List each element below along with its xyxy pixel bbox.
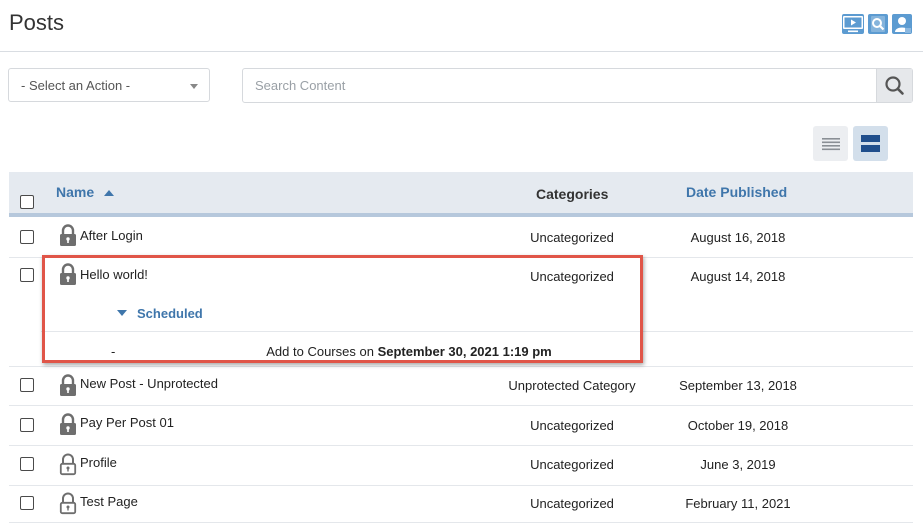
column-header-name[interactable]: Name bbox=[56, 184, 94, 200]
bulk-action-select[interactable]: - Select an Action - bbox=[8, 68, 210, 102]
post-title-link[interactable]: Pay Per Post 01 bbox=[80, 415, 174, 430]
search-box bbox=[242, 68, 913, 103]
sort-ascending-icon bbox=[104, 190, 114, 196]
row-checkbox[interactable] bbox=[20, 457, 34, 471]
lock-icon bbox=[60, 413, 76, 435]
post-title-link[interactable]: New Post - Unprotected bbox=[80, 376, 218, 391]
post-title-link[interactable]: Test Page bbox=[80, 494, 138, 509]
scheduled-label: Scheduled bbox=[137, 306, 203, 321]
list-view-icon bbox=[822, 138, 840, 151]
lock-icon bbox=[60, 224, 76, 246]
caret-down-icon bbox=[117, 310, 127, 316]
post-title-link[interactable]: Profile bbox=[80, 455, 117, 470]
column-header-categories: Categories bbox=[536, 186, 609, 202]
post-date: June 3, 2019 bbox=[700, 457, 776, 472]
search-doc-icon[interactable] bbox=[868, 14, 888, 34]
bulk-action-value: - Select an Action - bbox=[21, 78, 131, 93]
chevron-down-icon bbox=[190, 84, 198, 89]
post-date: August 16, 2018 bbox=[690, 230, 786, 245]
table-header: Name Categories Date Published bbox=[9, 172, 913, 217]
search-button[interactable] bbox=[876, 69, 912, 102]
post-date: September 13, 2018 bbox=[679, 378, 797, 393]
table-row[interactable]: New Post - Unprotected Unprotected Categ… bbox=[9, 367, 913, 406]
select-all-checkbox[interactable] bbox=[20, 195, 34, 209]
list-view-button[interactable] bbox=[813, 126, 848, 161]
schedule-action: Add to Courses on bbox=[266, 344, 374, 359]
row-checkbox[interactable] bbox=[20, 496, 34, 510]
unlock-icon bbox=[59, 492, 77, 515]
schedule-dash: - bbox=[111, 344, 116, 359]
table-row-expanded[interactable]: Hello world! Uncategorized August 14, 20… bbox=[9, 258, 913, 367]
table-row[interactable]: Test Page Uncategorized February 11, 202… bbox=[9, 486, 913, 523]
post-date: August 14, 2018 bbox=[690, 269, 786, 284]
unlock-icon bbox=[59, 453, 77, 476]
search-icon bbox=[885, 76, 904, 95]
scheduled-toggle[interactable]: Scheduled bbox=[117, 306, 203, 321]
row-checkbox[interactable] bbox=[20, 378, 34, 392]
post-date: October 19, 2018 bbox=[687, 418, 789, 433]
schedule-datetime: September 30, 2021 1:19 pm bbox=[377, 344, 552, 359]
lock-icon bbox=[60, 263, 76, 285]
post-date: February 11, 2021 bbox=[685, 496, 791, 511]
expanded-view-icon bbox=[861, 135, 880, 152]
schedule-detail: Add to Courses on September 30, 2021 1:1… bbox=[249, 344, 569, 359]
user-icon[interactable] bbox=[892, 14, 912, 34]
table-row[interactable]: Profile Uncategorized June 3, 2019 bbox=[9, 446, 913, 486]
search-input[interactable] bbox=[243, 69, 877, 102]
post-title-link[interactable]: Hello world! bbox=[80, 267, 148, 282]
post-title-link[interactable]: After Login bbox=[80, 228, 143, 243]
page-header: Posts bbox=[0, 0, 923, 52]
row-checkbox[interactable] bbox=[20, 418, 34, 432]
row-checkbox[interactable] bbox=[20, 268, 34, 282]
table-row[interactable]: After Login Uncategorized August 16, 201… bbox=[9, 217, 913, 258]
row-checkbox[interactable] bbox=[20, 230, 34, 244]
lock-icon bbox=[60, 374, 76, 396]
divider bbox=[41, 331, 913, 332]
video-icon[interactable] bbox=[842, 14, 864, 34]
expanded-view-button[interactable] bbox=[853, 126, 888, 161]
posts-table: Name Categories Date Published After Log… bbox=[9, 172, 913, 523]
page-title: Posts bbox=[9, 10, 65, 35]
column-header-date[interactable]: Date Published bbox=[686, 184, 787, 200]
table-row[interactable]: Pay Per Post 01 Uncategorized October 19… bbox=[9, 406, 913, 446]
